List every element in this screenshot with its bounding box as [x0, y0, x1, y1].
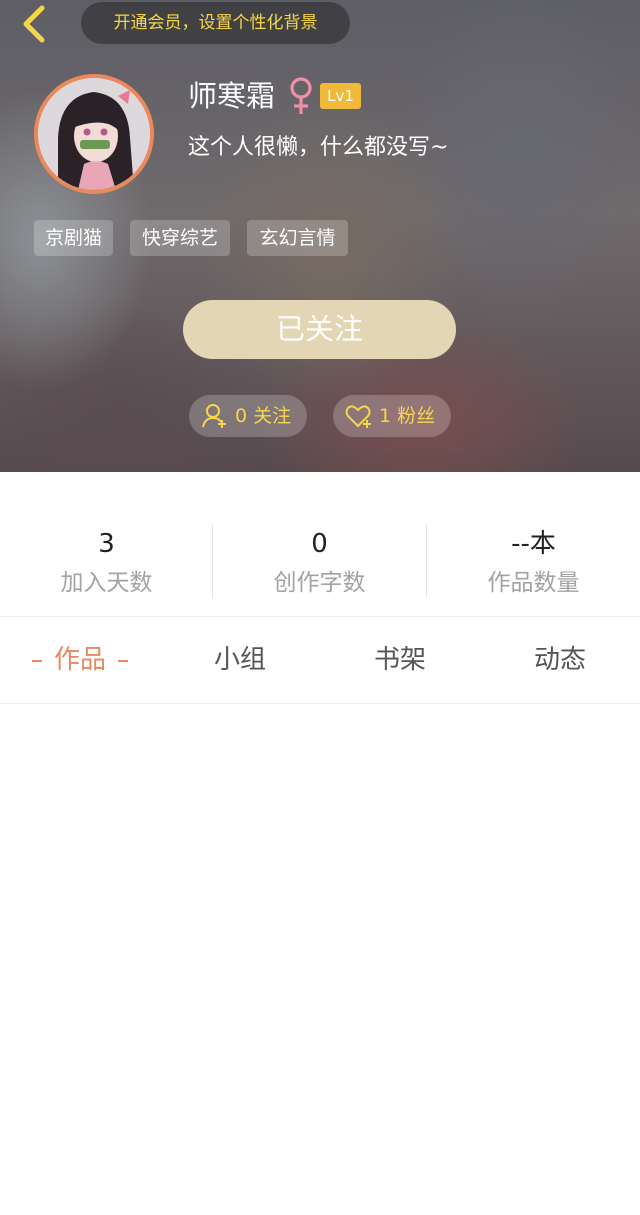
tab-bookshelf[interactable]: 书架 — [320, 617, 480, 703]
stat-label: 创作字数 — [273, 570, 366, 596]
stat-join-days: 3 加入天数 — [0, 472, 213, 616]
tab-works[interactable]: 作品 — [0, 617, 160, 703]
tab-label: 书架 — [373, 645, 426, 675]
back-button[interactable] — [14, 2, 58, 46]
tab-active-indicator — [118, 659, 128, 662]
stat-label: 作品数量 — [487, 570, 580, 596]
tab-bar: 作品 小组 书架 动态 — [0, 617, 640, 704]
female-icon — [286, 76, 316, 116]
stats-bar: 3 加入天数 0 创作字数 --本 作品数量 — [0, 472, 640, 617]
follow-button[interactable]: 已关注 — [183, 300, 456, 359]
stat-value: 3 — [98, 529, 115, 559]
stat-works-count: --本 作品数量 — [427, 472, 640, 616]
tab-activity[interactable]: 动态 — [480, 617, 640, 703]
fans-button[interactable]: 1 粉丝 — [333, 395, 451, 437]
stat-value: 0 — [311, 529, 328, 559]
signature: 这个人很懒，什么都没写~ — [188, 135, 449, 160]
stat-divider — [426, 524, 427, 598]
tab-active-indicator — [31, 659, 42, 662]
following-button[interactable]: 0 关注 — [189, 395, 307, 437]
tab-label: 作品 — [53, 645, 106, 675]
tab-groups[interactable]: 小组 — [160, 617, 320, 703]
avatar[interactable] — [34, 74, 154, 194]
tag-item[interactable]: 快穿综艺 — [130, 220, 230, 256]
tab-label: 动态 — [533, 645, 586, 675]
user-add-icon — [202, 404, 226, 428]
tag-item[interactable]: 玄幻言情 — [247, 220, 348, 256]
profile-header: 开通会员，设置个性化背景 师寒霜 Lv1 这个人很懒，什么都没写~ 京剧猫 快穿… — [0, 0, 640, 472]
stat-label: 加入天数 — [60, 570, 153, 596]
level-badge: Lv1 — [320, 83, 361, 109]
username: 师寒霜 — [188, 79, 276, 113]
stat-value: --本 — [511, 529, 556, 559]
vip-background-banner[interactable]: 开通会员，设置个性化背景 — [81, 2, 350, 44]
following-count: 0 关注 — [235, 405, 292, 427]
chevron-left-icon — [23, 5, 45, 43]
heart-add-icon — [345, 405, 371, 428]
fans-count: 1 粉丝 — [379, 405, 436, 427]
stat-divider — [212, 524, 213, 598]
stat-word-count: 0 创作字数 — [213, 472, 426, 616]
tab-label: 小组 — [213, 645, 266, 675]
tag-item[interactable]: 京剧猫 — [34, 220, 113, 256]
